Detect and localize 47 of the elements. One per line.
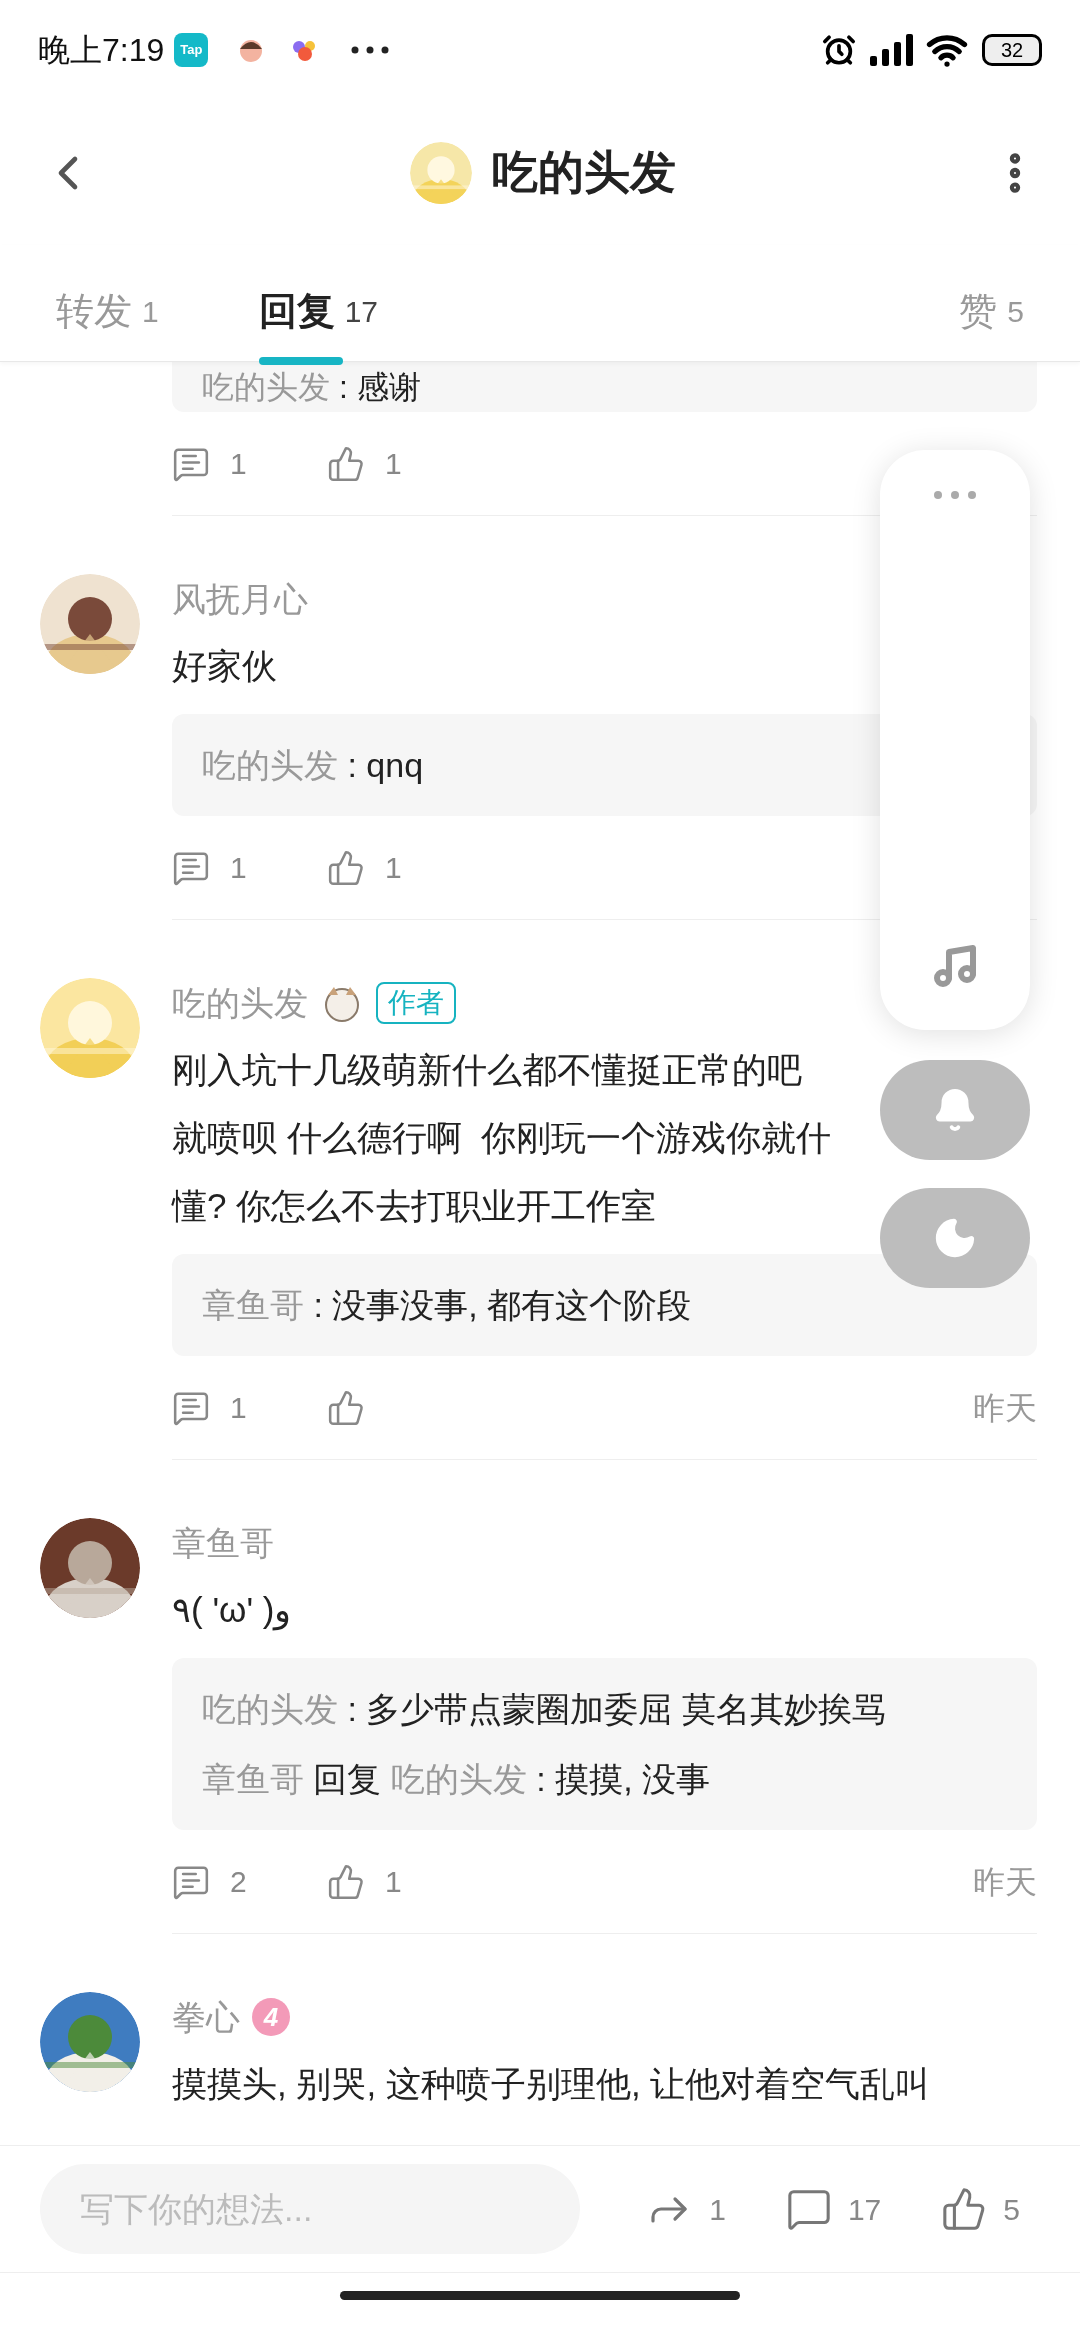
author-name[interactable]: 风抚月心 <box>172 573 308 625</box>
comment-input[interactable]: 写下你的想法... <box>40 2164 580 2254</box>
signal-icon <box>870 34 914 66</box>
tab[interactable]: 赞 5 <box>959 261 1024 361</box>
comment-text: 摸摸头, 别哭, 这种喷子别理他, 让他对着空气乱叫 <box>172 2063 931 2105</box>
app-notification-icon: Tap <box>174 33 209 67</box>
comment-text: ٩( 'ω' )و <box>172 1589 292 1633</box>
author-name[interactable]: 章鱼哥 <box>172 1517 274 1569</box>
reply-line: 吃的头发 : qnq <box>202 745 425 786</box>
author-name[interactable]: 吃的头发 <box>172 977 308 1029</box>
like-count: 1 <box>385 1864 402 1900</box>
comment-time: 昨天 <box>973 1388 1037 1428</box>
like-count: 1 <box>385 850 402 886</box>
like-count: 5 <box>1003 2191 1020 2228</box>
comment-text: 懂? 你怎么不去打职业开工作室 <box>172 1185 657 1227</box>
battery-icon: 32 <box>982 34 1042 66</box>
reply-card[interactable]: 章鱼哥 : 没事没事, 都有这个阶段 <box>172 1254 1037 1356</box>
reply-count: 1 <box>230 850 247 886</box>
reply-line: 章鱼哥 回复 吃的头发 : 摸摸, 没事 <box>202 1759 712 1800</box>
reply-count: 2 <box>230 1864 247 1900</box>
comment-text: 就喷呗 什么德行啊 你刚玩一个游戏你就什 <box>172 1117 832 1159</box>
like-icon[interactable] <box>327 1862 365 1901</box>
comment-text: 好家伙 <box>172 645 277 687</box>
reply-count: 1 <box>230 446 247 482</box>
tab[interactable]: 转发 1 <box>56 261 159 361</box>
like-icon[interactable] <box>327 848 365 887</box>
more-icon <box>350 45 391 55</box>
comment-count: 17 <box>847 2191 882 2228</box>
like-icon[interactable] <box>327 444 365 483</box>
like-icon[interactable] <box>327 1388 365 1427</box>
reply-card[interactable]: 吃的头发 : 多少带点蒙圈加委屈 莫名其妙挨骂 章鱼哥 回复 吃的头发 : 摸摸, 没事 <box>172 1658 1037 1830</box>
comment-text: 刚入坑十几级萌新什么都不懂挺正常的吧 <box>172 1049 802 1091</box>
comment-time: 昨天 <box>973 1862 1037 1902</box>
author-name[interactable]: 拳心 <box>172 1991 240 2043</box>
level-badge: 4 <box>252 1998 290 2036</box>
status-time: 晚上7:19 <box>38 31 165 70</box>
like-count: 1 <box>385 446 402 482</box>
reply-count: 1 <box>230 1390 247 1426</box>
reply-line: 吃的头发 : 多少带点蒙圈加委屈 莫名其妙挨骂 <box>202 1689 887 1730</box>
more-icon[interactable] <box>933 490 977 500</box>
page-title: 吃的头发 <box>492 145 676 200</box>
alarm-icon <box>822 33 856 67</box>
reply-line: 吃的头发 : 感谢 <box>202 368 421 407</box>
music-icon[interactable] <box>931 942 979 990</box>
share-count: 1 <box>709 2191 726 2228</box>
author-tag: 作者 <box>376 982 456 1024</box>
reply-line: 章鱼哥 : 没事没事, 都有这个阶段 <box>202 1285 693 1326</box>
